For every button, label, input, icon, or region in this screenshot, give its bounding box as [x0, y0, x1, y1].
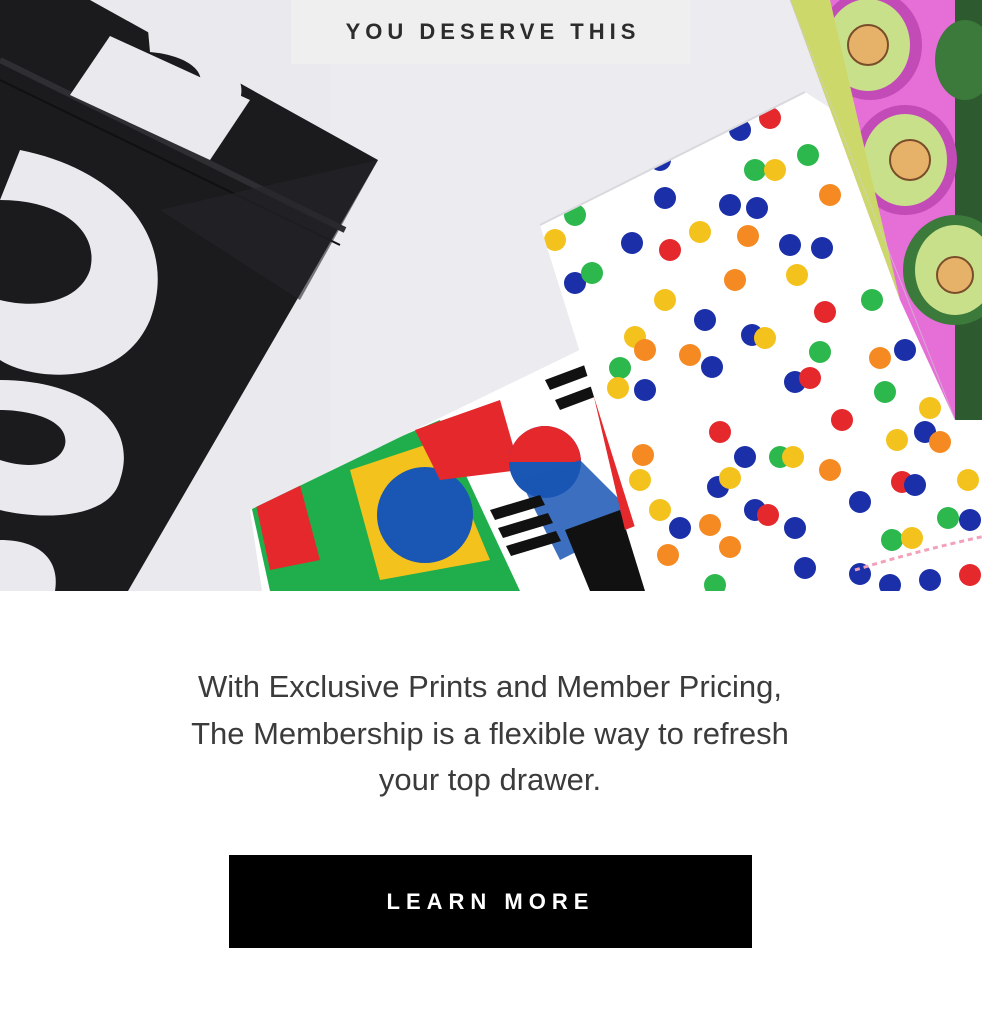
learn-more-button[interactable]: LEARN MORE [229, 855, 752, 948]
email-page: YOU DESERVE THIS With Exclusive Prints a… [0, 0, 982, 1024]
membership-description: With Exclusive Prints and Member Pricing… [191, 669, 789, 797]
hero-image [0, 0, 982, 591]
eyebrow-label: YOU DESERVE THIS [291, 0, 690, 64]
